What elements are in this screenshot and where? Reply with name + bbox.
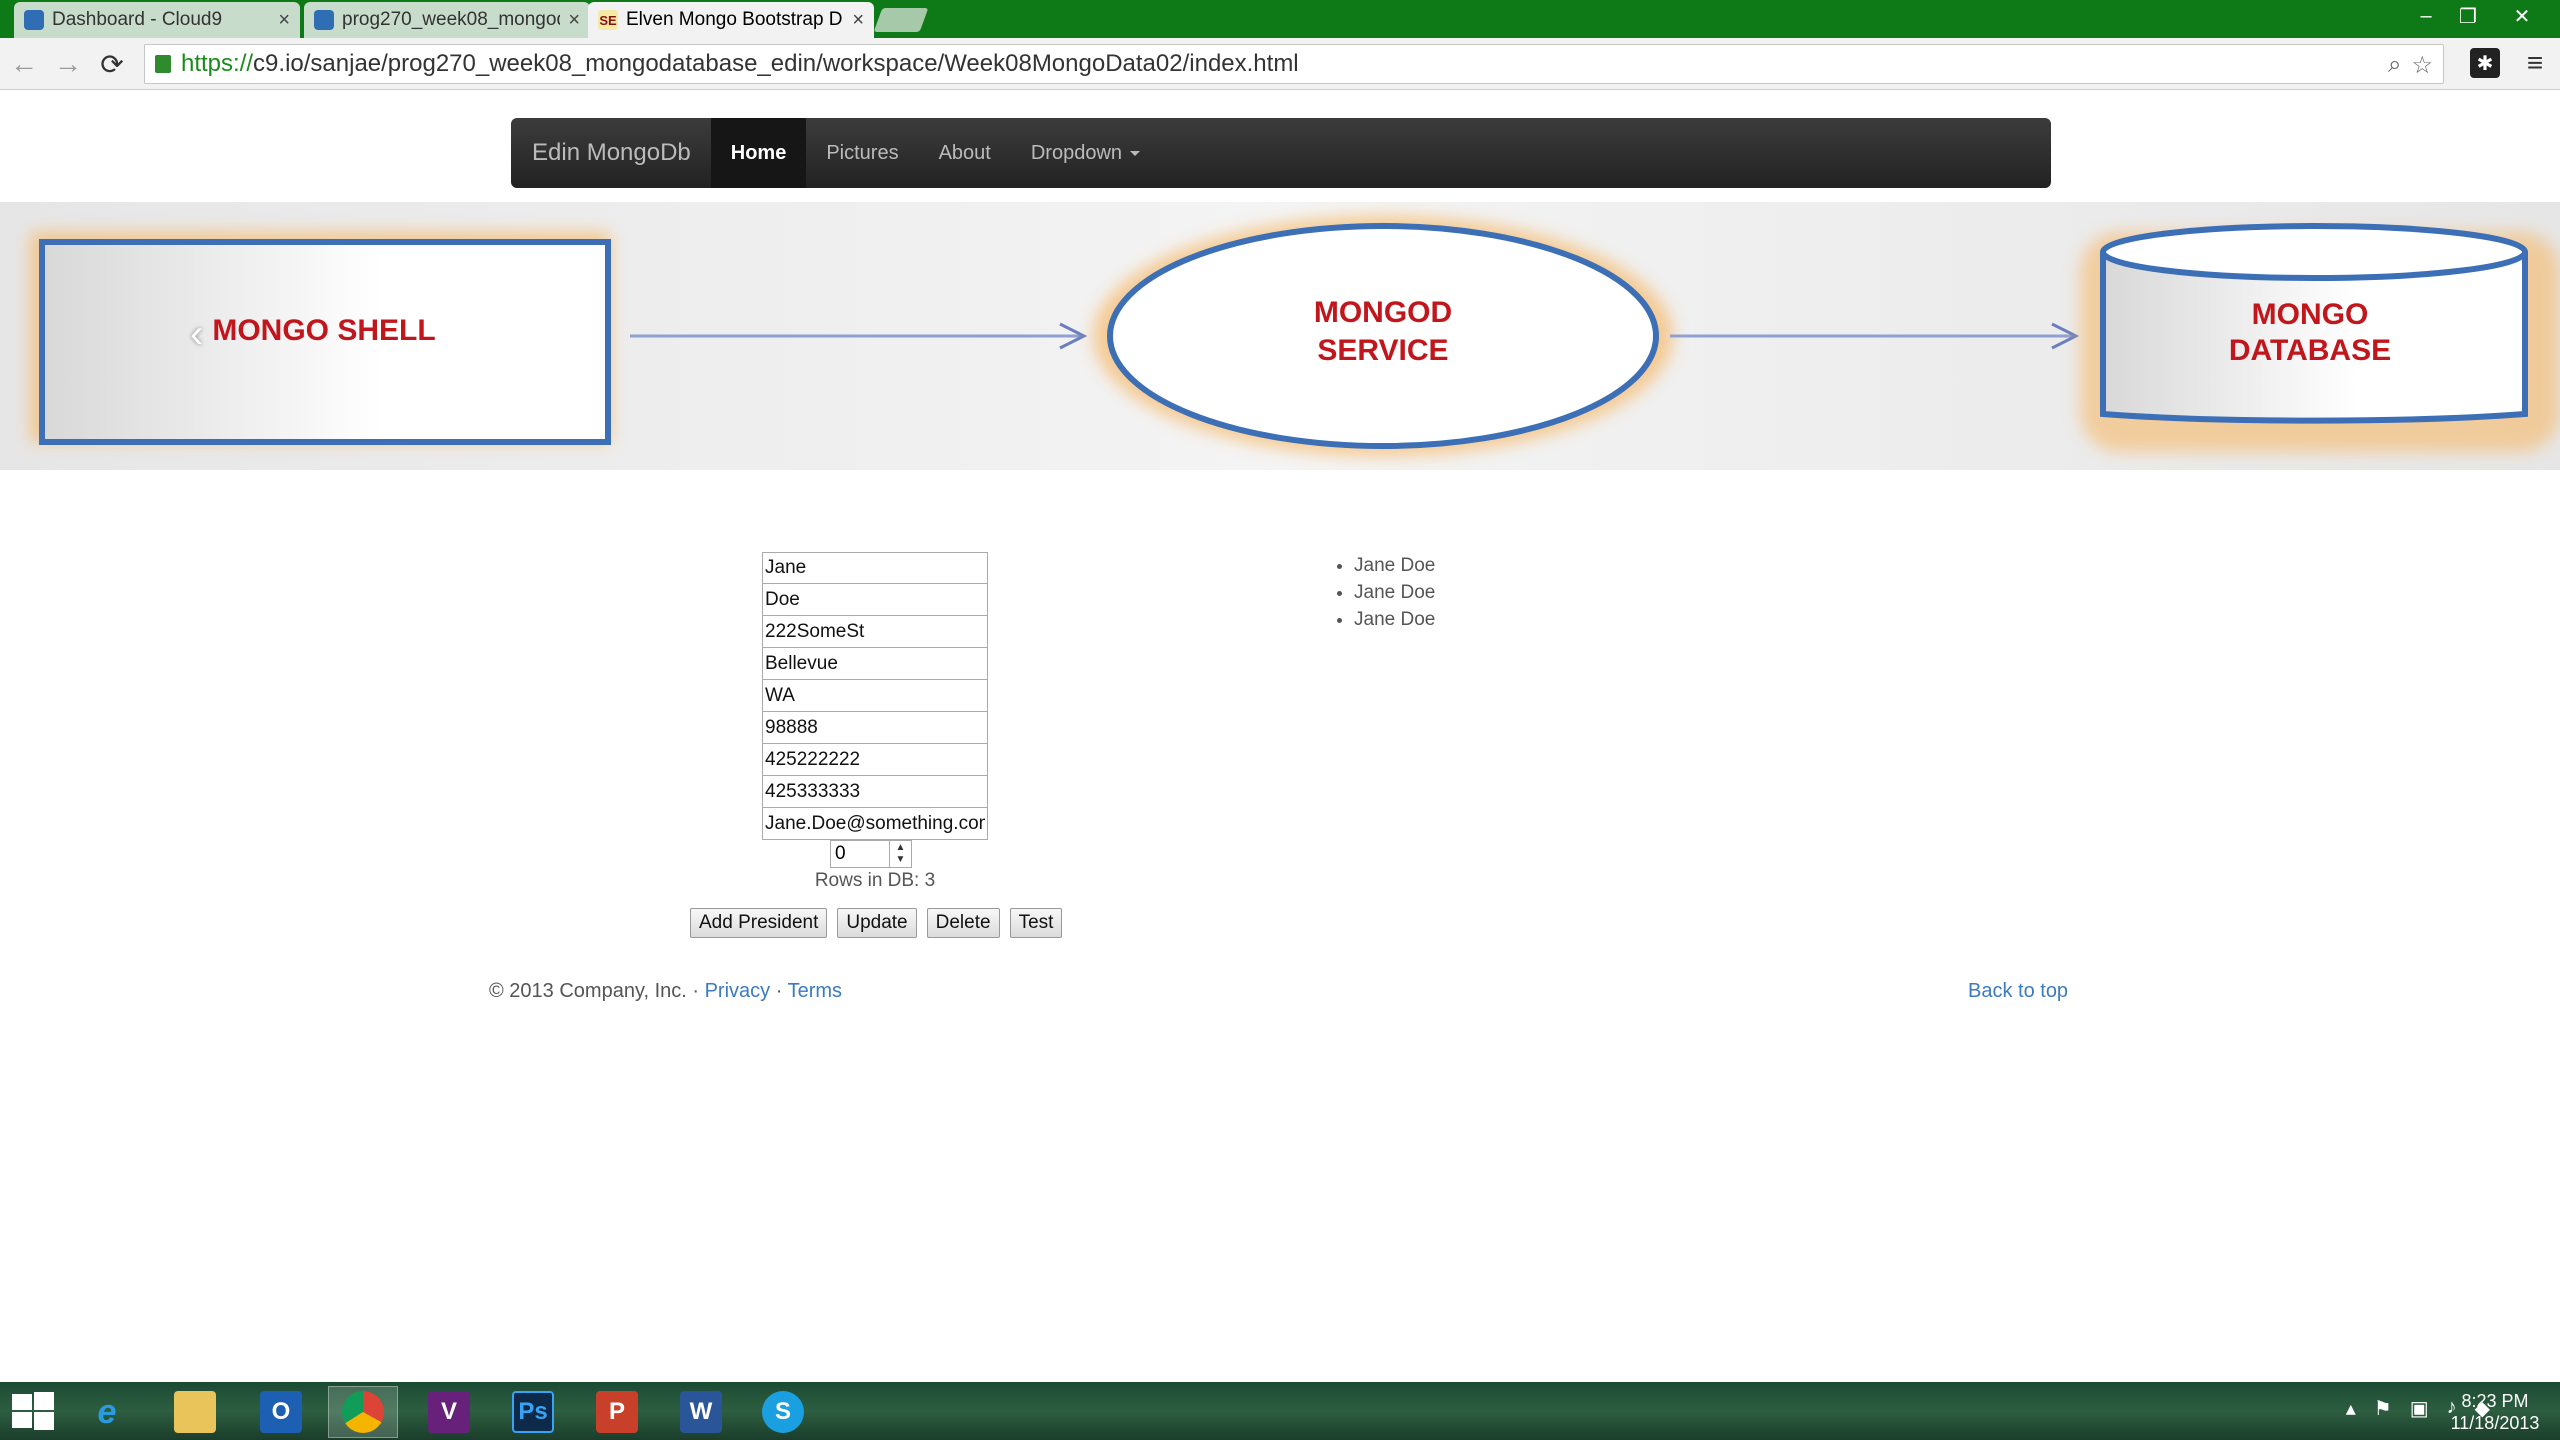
work-phone-field[interactable]	[762, 776, 988, 808]
address-field[interactable]	[762, 616, 988, 648]
service-label-line1: MONGOD	[1314, 296, 1452, 329]
tray-expand-icon[interactable]: ▴	[2346, 1396, 2356, 1421]
footer-separator: ·	[770, 980, 788, 1002]
windows-taskbar: e O V Ps P W S ▴ ⚑ ▣ ♪ ◆ 8:23 PM 11/18/2…	[0, 1382, 2560, 1440]
stepper-arrows-icon[interactable]: ▲ ▼	[889, 841, 911, 867]
email-field[interactable]	[762, 808, 988, 840]
cloud9-favicon-icon	[314, 10, 334, 30]
rows-in-db-label: Rows in DB: 3	[814, 870, 936, 891]
footer-back-to-top: Back to top	[1968, 980, 2068, 1003]
last-name-field[interactable]	[762, 584, 988, 616]
test-button[interactable]: Test	[1009, 908, 1063, 938]
tab-close-icon[interactable]: ×	[278, 9, 290, 32]
database-label-line1: MONGO	[2252, 298, 2369, 331]
search-icon[interactable]: ⌕	[2388, 51, 2401, 80]
list-item: Jane Doe	[1354, 552, 1435, 579]
visual-studio-icon[interactable]: V	[414, 1386, 484, 1438]
list-item: Jane Doe	[1354, 579, 1435, 606]
tab-prog270[interactable]: prog270_week08_mongod ×	[304, 2, 590, 38]
bookmark-star-icon[interactable]: ☆	[2411, 51, 2433, 80]
skype-icon[interactable]: S	[748, 1386, 818, 1438]
browser-tab-bar: Dashboard - Cloud9 × prog270_week08_mong…	[0, 0, 2560, 38]
tab-title: prog270_week08_mongod	[342, 9, 561, 30]
zip-field[interactable]	[762, 712, 988, 744]
first-name-field[interactable]	[762, 552, 988, 584]
forward-icon[interactable]: →	[50, 46, 86, 82]
database-label-line2: DATABASE	[2229, 334, 2391, 367]
carousel: MONGO SHELL MONGOD SERVICE MONGO DATABAS…	[0, 202, 2560, 470]
new-tab-button[interactable]	[873, 8, 929, 32]
nav-home[interactable]: Home	[710, 118, 807, 188]
file-explorer-icon[interactable]	[160, 1386, 230, 1438]
index-stepper[interactable]: ▲▼	[830, 840, 912, 868]
clock-date: 11/18/2013	[2450, 1413, 2540, 1433]
internet-explorer-icon[interactable]: e	[72, 1386, 142, 1438]
terms-link[interactable]: Terms	[788, 980, 842, 1002]
dropdown-label: Dropdown	[1030, 141, 1123, 164]
menu-icon[interactable]: ≡	[2520, 47, 2550, 78]
navbar-brand[interactable]: Edin MongoDb	[511, 118, 711, 188]
address-bar[interactable]: https://c9.io/sanjae/prog270_week08_mong…	[144, 44, 2444, 84]
nav-pictures[interactable]: Pictures	[806, 118, 918, 188]
service-label-line2: SERVICE	[1317, 334, 1448, 367]
index-input[interactable]	[831, 843, 887, 865]
powerpoint-icon[interactable]: P	[582, 1386, 652, 1438]
update-button[interactable]: Update	[837, 908, 917, 938]
chrome-icon[interactable]	[328, 1386, 398, 1438]
tab-close-icon[interactable]: ×	[852, 9, 864, 32]
mongo-architecture-diagram: MONGO SHELL MONGOD SERVICE MONGO DATABAS…	[30, 216, 2560, 456]
footer-copyright: © 2013 Company, Inc. · Privacy · Terms	[489, 980, 842, 1003]
copyright-text: © 2013 Company, Inc. ·	[489, 980, 705, 1002]
home-phone-field[interactable]	[762, 744, 988, 776]
carousel-prev-icon[interactable]: ‹	[190, 312, 203, 357]
photoshop-icon[interactable]: Ps	[498, 1386, 568, 1438]
clock-time: 8:23 PM	[2461, 1391, 2529, 1411]
close-window-icon[interactable]: ✕	[2502, 0, 2542, 32]
site-navbar: Edin MongoDb Home Pictures About Dropdow…	[511, 118, 2051, 188]
caret-down-icon	[1130, 150, 1141, 156]
nav-dropdown[interactable]: Dropdown	[1011, 118, 1160, 188]
city-field[interactable]	[762, 648, 988, 680]
web-page: Edin MongoDb Home Pictures About Dropdow…	[0, 90, 2560, 1382]
outlook-icon[interactable]: O	[246, 1386, 316, 1438]
url-text: https://c9.io/sanjae/prog270_week08_mong…	[181, 50, 1299, 77]
database-cylinder-top	[2100, 223, 2528, 281]
mongo-shell-label: MONGO SHELL	[212, 314, 435, 347]
tab-elven-mongo[interactable]: SE Elven Mongo Bootstrap D ×	[588, 2, 874, 38]
minimize-icon[interactable]: –	[2406, 0, 2446, 32]
tab-close-icon[interactable]: ×	[568, 9, 580, 32]
tab-title: Dashboard - Cloud9	[52, 9, 223, 30]
browser-toolbar: ← → ⟳ https://c9.io/sanjae/prog270_week0…	[0, 38, 2560, 90]
action-center-flag-icon[interactable]: ⚑	[2374, 1396, 2392, 1421]
taskbar-clock[interactable]: 8:23 PM 11/18/2013	[2445, 1390, 2545, 1434]
add-president-button[interactable]: Add President	[690, 908, 828, 938]
state-field[interactable]	[762, 680, 988, 712]
tab-dashboard-cloud9[interactable]: Dashboard - Cloud9 ×	[14, 2, 300, 38]
extension-icon[interactable]: ✱	[2470, 48, 2500, 78]
back-icon[interactable]: ←	[6, 46, 42, 82]
list-item: Jane Doe	[1354, 606, 1435, 633]
tab-title: Elven Mongo Bootstrap D	[626, 9, 843, 30]
start-windows-icon[interactable]	[12, 1392, 58, 1430]
restore-icon[interactable]: ❐	[2448, 0, 2488, 32]
president-form	[762, 552, 988, 840]
cloud9-favicon-icon	[24, 10, 44, 30]
back-to-top-link[interactable]: Back to top	[1968, 980, 2068, 1002]
reload-icon[interactable]: ⟳	[94, 46, 130, 82]
record-list: Jane Doe Jane Doe Jane Doe	[1330, 552, 1435, 633]
lock-icon	[155, 55, 171, 73]
nav-about[interactable]: About	[919, 118, 1011, 188]
privacy-link[interactable]: Privacy	[705, 980, 771, 1002]
delete-button[interactable]: Delete	[926, 908, 1000, 938]
se-favicon-icon: SE	[598, 10, 618, 30]
action-buttons: Add President Update Delete Test	[690, 908, 1063, 938]
word-icon[interactable]: W	[666, 1386, 736, 1438]
network-icon[interactable]: ▣	[2410, 1396, 2429, 1421]
